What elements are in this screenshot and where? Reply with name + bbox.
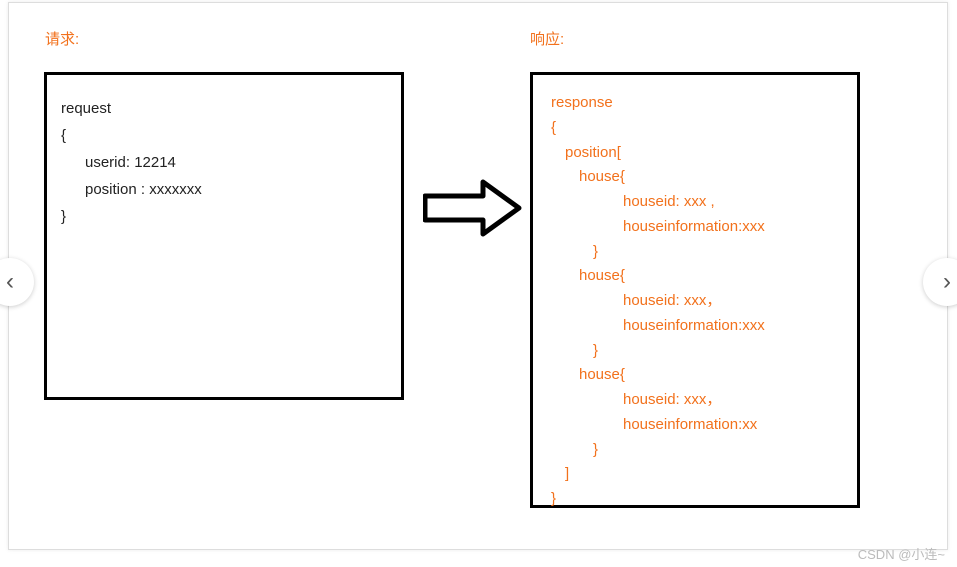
watermark: CSDN @小连~ [858,544,945,563]
chevron-left-icon: ‹ [6,268,14,296]
house1-id: houseid: xxx , [551,190,839,215]
house3-close: } [551,438,839,463]
house3-id: houseid: xxx， [551,388,839,413]
response-title: response [551,91,839,116]
house2-id: houseid: xxx， [551,289,839,314]
chevron-right-icon: › [943,268,951,296]
arrow-icon [423,176,523,240]
brace-close: } [551,487,839,512]
house1-open: house{ [551,165,839,190]
position-open: position[ [551,141,839,166]
request-box: request { userid: 12214 position : xxxxx… [44,72,404,400]
brace-close: } [61,203,387,230]
brace-open: { [551,116,839,141]
request-position: position : xxxxxxx [61,176,387,203]
brace-open: { [61,122,387,149]
response-label: 响应: [530,28,564,49]
request-label: 请求: [45,28,79,49]
request-title: request [61,95,387,122]
house2-info: houseinformation:xxx [551,314,839,339]
house3-open: house{ [551,363,839,388]
house2-close: } [551,339,839,364]
house3-info: houseinformation:xx [551,413,839,438]
house1-info: houseinformation:xxx [551,215,839,240]
house1-close: } [551,240,839,265]
position-close: ] [551,462,839,487]
house2-open: house{ [551,264,839,289]
request-userid: userid: 12214 [61,149,387,176]
response-box: response { position[ house{ houseid: xxx… [530,72,860,508]
